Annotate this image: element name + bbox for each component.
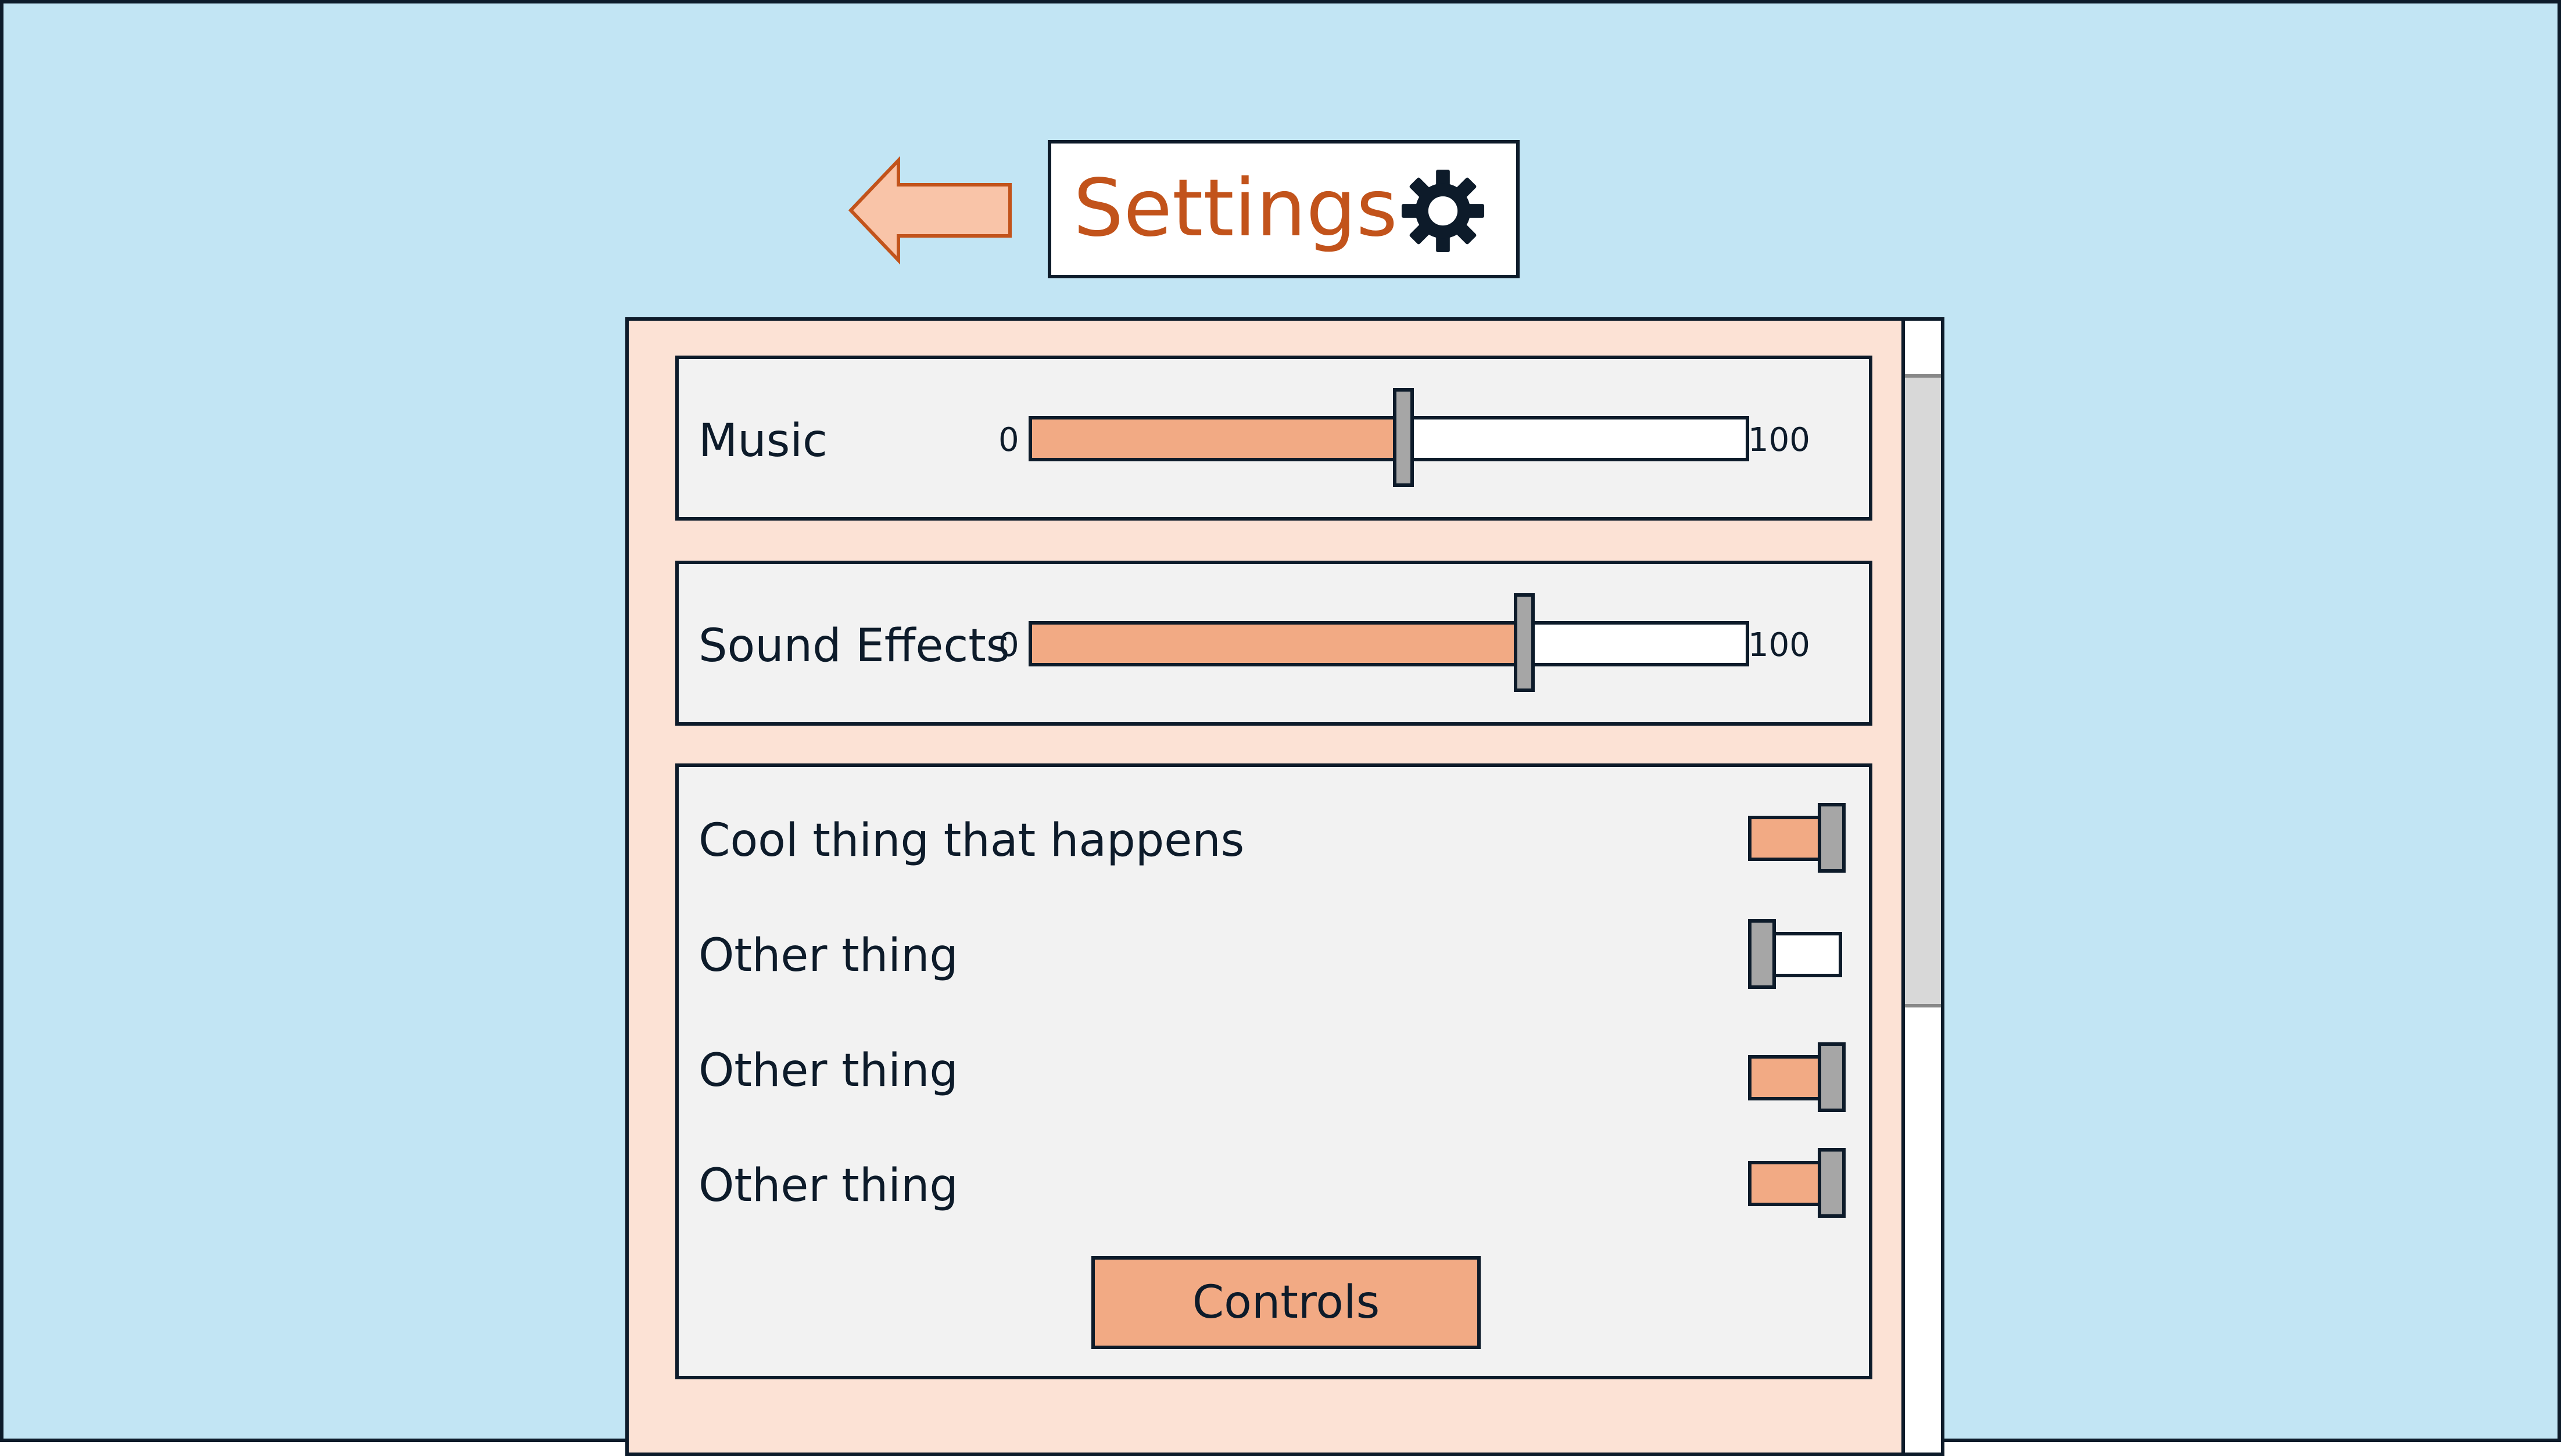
- music-slider-handle[interactable]: [1392, 388, 1414, 487]
- sound-effects-slider-fill: [1032, 625, 1525, 663]
- toggle-switch[interactable]: [1748, 1042, 1846, 1112]
- toggle-label: Other thing: [699, 1160, 958, 1212]
- music-slider-track[interactable]: [1029, 416, 1749, 461]
- music-setting: Music 0 100: [675, 356, 1872, 521]
- toggle-settings: Cool thing that happens Other thing Othe…: [675, 763, 1872, 1379]
- sound-effects-min-label: 0: [998, 626, 1019, 664]
- toggle-knob: [1748, 919, 1776, 989]
- music-label: Music: [699, 415, 828, 467]
- toggle-knob: [1818, 803, 1846, 873]
- sound-effects-slider-handle[interactable]: [1514, 593, 1535, 692]
- sound-effects-setting: Sound Effects 0 100: [675, 561, 1872, 726]
- toggle-label: Other thing: [699, 930, 958, 982]
- gear-icon[interactable]: [1400, 168, 1486, 254]
- music-slider-fill: [1032, 419, 1403, 458]
- sound-effects-slider-track[interactable]: [1029, 621, 1749, 666]
- toggle-label: Cool thing that happens: [699, 815, 1245, 867]
- settings-panel: Music 0 100 Sound Effects 0 100 Cool thi…: [625, 317, 1944, 1456]
- toggle-knob: [1818, 1042, 1846, 1112]
- page-title: Settings: [1073, 163, 1398, 254]
- controls-button[interactable]: Controls: [1091, 1256, 1481, 1349]
- sound-effects-label: Sound Effects: [699, 620, 1010, 672]
- music-min-label: 0: [998, 421, 1019, 459]
- toggle-switch[interactable]: [1748, 803, 1846, 873]
- toggle-switch[interactable]: [1748, 1148, 1846, 1218]
- toggle-switch[interactable]: [1748, 919, 1846, 989]
- toggle-knob: [1818, 1148, 1846, 1218]
- back-arrow-icon[interactable]: [846, 156, 1015, 265]
- settings-screen: Settings Music 0 100 Sound Effects 0 100…: [0, 0, 2561, 1456]
- scrollbar-thumb[interactable]: [1905, 374, 1941, 1007]
- toggle-label: Other thing: [699, 1045, 958, 1097]
- title-box: Settings: [1048, 140, 1520, 278]
- music-max-label: 100: [1748, 421, 1810, 459]
- sound-effects-max-label: 100: [1748, 626, 1810, 664]
- scrollbar[interactable]: [1901, 321, 1941, 1453]
